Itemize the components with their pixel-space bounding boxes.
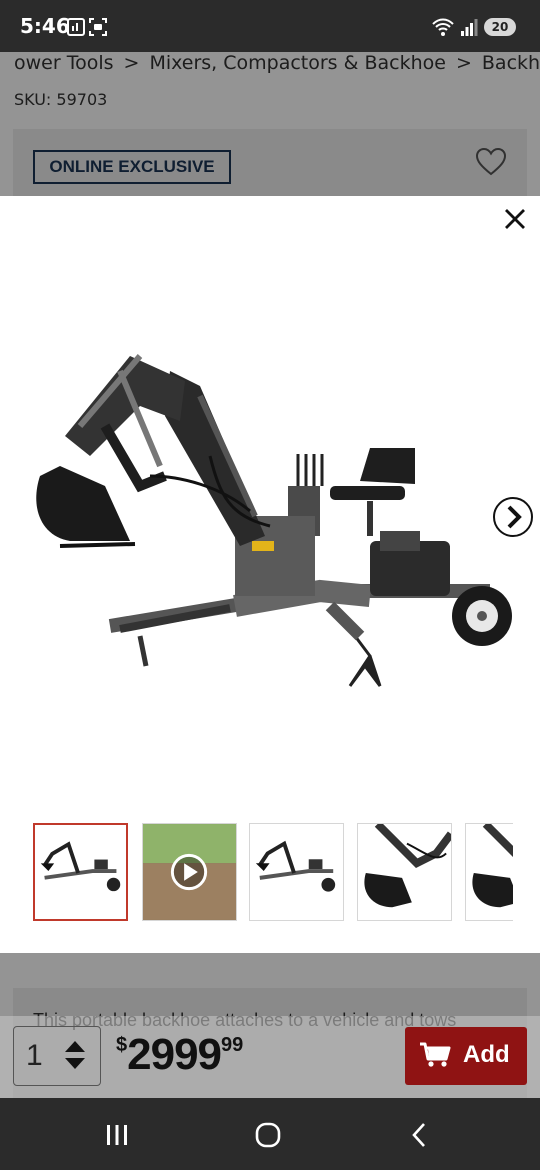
bucket-closeup-icon (472, 824, 513, 908)
close-icon[interactable] (502, 206, 528, 232)
price-cents: 99 (221, 1034, 244, 1056)
price-dollars: 2999 (127, 1030, 222, 1079)
quantity-stepper[interactable]: 1 (13, 1026, 101, 1086)
thumbnail-video[interactable] (142, 823, 237, 921)
wifi-icon (432, 18, 454, 36)
signal-icon (461, 19, 478, 36)
add-to-cart-button[interactable]: Add (405, 1027, 527, 1085)
price: $299999 (116, 1030, 243, 1080)
add-button-label: Add (463, 1041, 510, 1068)
thumbnail-image-3[interactable] (249, 823, 344, 921)
gallery-notification-icon (67, 18, 85, 36)
next-image-chevron-icon[interactable] (492, 496, 534, 538)
product-image-backhoe (36, 354, 512, 687)
up-down-arrows-icon[interactable] (62, 1035, 88, 1075)
cart-icon (420, 1042, 451, 1067)
bucket-closeup-icon (364, 824, 451, 908)
home-icon[interactable] (253, 1120, 283, 1150)
status-time: 5:46 (20, 14, 70, 38)
purchase-bar: 1 $299999 Add (0, 1016, 540, 1098)
thumbnail-image-5[interactable] (465, 823, 513, 921)
price-currency: $ (116, 1034, 128, 1056)
battery-indicator: 20 (484, 18, 516, 36)
back-icon[interactable] (405, 1120, 435, 1150)
thumbnail-image-4[interactable] (357, 823, 452, 921)
thumbnail-strip (33, 823, 513, 923)
status-bar: 5:46 20 (0, 0, 540, 52)
screenshot-icon (89, 18, 107, 36)
backhoe-side-icon (40, 841, 121, 892)
thumbnail-image-1[interactable] (33, 823, 128, 921)
image-gallery-modal (0, 196, 540, 953)
backhoe-side-icon (255, 840, 336, 892)
recent-apps-icon[interactable] (102, 1120, 132, 1150)
quantity-value: 1 (26, 1039, 43, 1072)
system-nav-bar (0, 1098, 540, 1170)
